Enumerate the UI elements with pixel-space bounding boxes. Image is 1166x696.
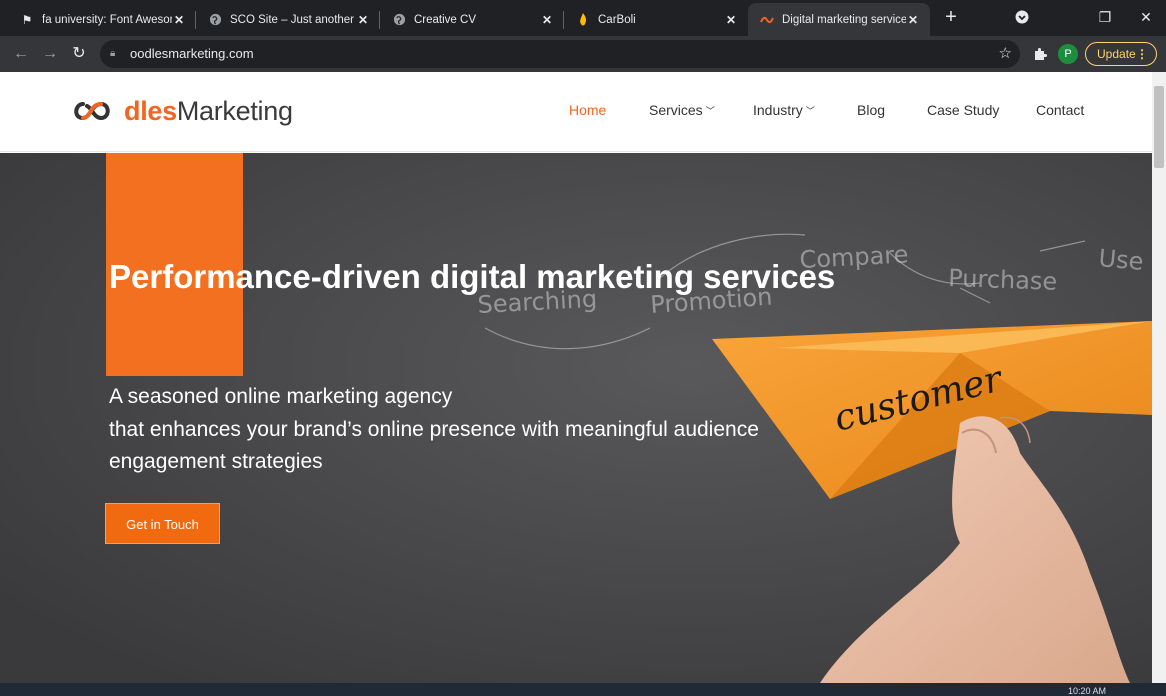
close-tab-icon[interactable]: ✕: [724, 13, 738, 27]
update-label: Update: [1097, 47, 1136, 61]
hero-subtitle: A seasoned online marketing agency that …: [109, 381, 809, 479]
hero-subtitle-line: engagement strategies: [109, 450, 323, 473]
update-button[interactable]: Update ⋮: [1085, 42, 1157, 66]
os-taskbar: 10:20 AM: [0, 683, 1166, 696]
oodles-icon: [760, 13, 774, 27]
close-window-icon[interactable]: ✕: [1133, 4, 1159, 30]
logo-part-brand: dles: [124, 95, 177, 126]
url-text: oodlesmarketing.com: [130, 46, 254, 61]
nav-blog[interactable]: Blog: [857, 102, 885, 118]
new-tab-button[interactable]: +: [940, 6, 962, 28]
tab-title: Creative CV: [414, 13, 476, 26]
kebab-menu-icon: ⋮: [1136, 47, 1148, 61]
lock-icon: 🔒︎: [110, 48, 116, 59]
browser-tab-strip: ⚑ fa university: Font Aweson ✕ SCO Site …: [0, 0, 1166, 36]
tab-search-icon[interactable]: [1009, 4, 1035, 30]
browser-tab[interactable]: SCO Site – Just another W ✕: [196, 3, 380, 36]
taskbar-clock: 10:20 AM: [1067, 686, 1106, 696]
globe-icon: [208, 13, 222, 27]
tab-title: SCO Site – Just another W: [230, 13, 356, 26]
browser-tab[interactable]: Creative CV ✕: [380, 3, 564, 36]
back-arrow-icon[interactable]: ←: [8, 41, 34, 67]
nav-contact-label: Contact: [1036, 102, 1085, 118]
site-header: dlesMarketing Home Services ﹀ Industry ﹀ B…: [0, 72, 1152, 152]
chevron-down-icon: ﹀: [805, 106, 815, 116]
tab-title: CarBoli: [598, 13, 636, 26]
nav-home[interactable]: Home: [569, 102, 606, 118]
site-logo[interactable]: dlesMarketing: [70, 94, 293, 128]
reload-icon[interactable]: ↻: [66, 41, 92, 67]
scrollbar-thumb[interactable]: [1154, 86, 1164, 168]
hero-subtitle-line: A seasoned online marketing agency: [109, 385, 453, 408]
close-tab-icon[interactable]: ✕: [172, 13, 186, 27]
flag-icon: ⚑: [21, 12, 33, 27]
bookmark-star-icon[interactable]: ☆: [999, 40, 1012, 68]
browser-tab[interactable]: ⚑ fa university: Font Aweson ✕: [8, 3, 196, 36]
extensions-puzzle-icon[interactable]: [1027, 41, 1053, 67]
browser-toolbar: ← → ↻ 🔒︎ oodlesmarketing.com ☆ P Update …: [0, 36, 1166, 72]
logo-part-marketing: Marketing: [176, 95, 293, 126]
address-bar[interactable]: 🔒︎ oodlesmarketing.com ☆: [100, 40, 1020, 68]
forward-arrow-icon[interactable]: →: [37, 41, 63, 67]
infinity-logo-icon: [74, 101, 110, 121]
hero-title: Performance-driven digital marketing ser…: [109, 258, 836, 295]
close-tab-icon[interactable]: ✕: [906, 13, 920, 27]
logo-wordmark: dlesMarketing: [124, 96, 293, 127]
chevron-down-icon: ﹀: [705, 106, 715, 116]
nav-contact[interactable]: Contact: [1036, 102, 1084, 118]
browser-tab[interactable]: CarBoli ✕: [564, 3, 748, 36]
nav-blog-label: Blog: [857, 102, 886, 118]
tab-title: Digital marketing services: [782, 13, 906, 26]
flame-icon: [576, 12, 590, 27]
nav-industry-label: Industry: [753, 102, 803, 118]
nav-case-study-label: Case Study: [927, 102, 1000, 118]
hero-section: Searching Promotion Compare Purchase Use…: [0, 153, 1152, 683]
browser-tab-active[interactable]: Digital marketing services ✕: [748, 3, 930, 36]
get-in-touch-button[interactable]: Get in Touch: [105, 503, 220, 544]
tab-title: fa university: Font Aweson: [42, 13, 172, 26]
nav-industry[interactable]: Industry ﹀: [753, 102, 815, 118]
chalk-word-use: Use: [1097, 244, 1144, 276]
globe-icon: [392, 13, 406, 27]
close-tab-icon[interactable]: ✕: [540, 13, 554, 27]
nav-home-label: Home: [569, 102, 607, 118]
restore-window-icon[interactable]: ❐: [1092, 4, 1118, 30]
chalk-word-purchase: Purchase: [948, 264, 1058, 296]
nav-services-label: Services: [649, 102, 703, 118]
nav-services[interactable]: Services ﹀: [649, 102, 715, 118]
hero-subtitle-line: that enhances your brand’s online presen…: [109, 417, 759, 441]
close-tab-icon[interactable]: ✕: [356, 13, 370, 27]
nav-case-study[interactable]: Case Study: [927, 102, 999, 118]
profile-avatar[interactable]: P: [1058, 44, 1078, 64]
